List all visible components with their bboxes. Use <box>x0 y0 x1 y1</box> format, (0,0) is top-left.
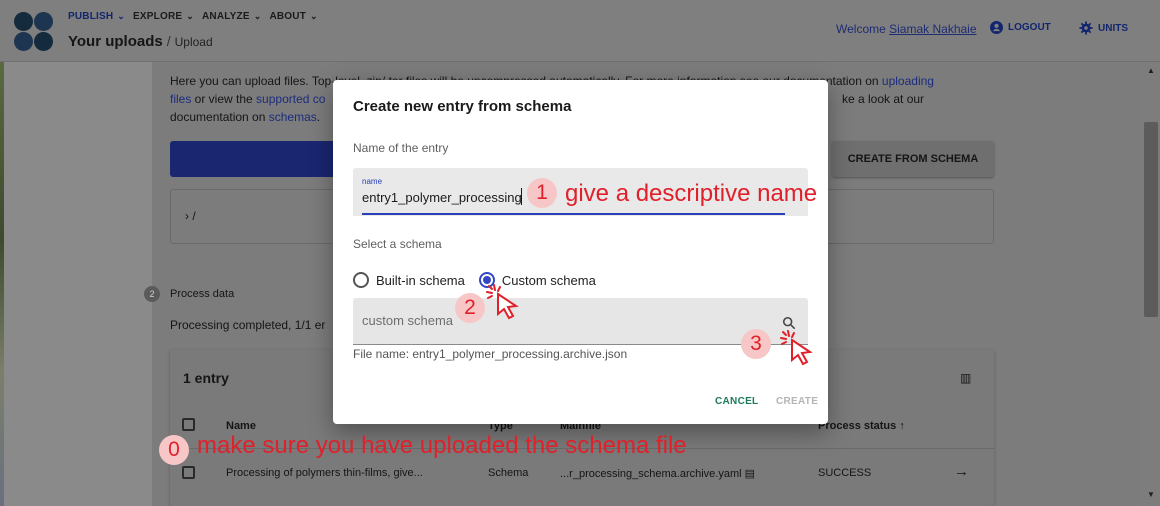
field-focus-underline <box>362 213 785 215</box>
scrollbar-thumb[interactable] <box>1144 122 1158 317</box>
arrow-right-icon[interactable]: → <box>954 463 969 480</box>
breadcrumb-root[interactable]: Your uploads <box>68 33 163 50</box>
account-circle-icon <box>990 21 1003 34</box>
breadcrumb-separator: / <box>166 33 171 49</box>
intro-line2-a: or view the <box>191 92 257 106</box>
text-caret <box>521 188 522 205</box>
step-number-badge: 2 <box>144 286 160 302</box>
chevron-down-icon: ⌄ <box>186 11 194 21</box>
chevron-down-icon: ⌄ <box>253 11 262 21</box>
create-button[interactable]: CREATE <box>776 396 818 407</box>
logout-label: LOGOUT <box>1008 22 1051 33</box>
nav-publish[interactable]: PUBLISH ⌄ <box>68 11 125 22</box>
row-checkbox[interactable] <box>182 466 195 479</box>
annotation-badge-3: 3 <box>741 329 771 359</box>
intro-line2-b: ke a look at our <box>842 92 925 106</box>
scroll-down-icon[interactable]: ▼ <box>1147 490 1155 499</box>
intro-line3-end: . <box>316 110 321 124</box>
annotation-badge-0: 0 <box>159 435 189 465</box>
gear-icon <box>1079 21 1093 35</box>
radio-builtin-label[interactable]: Built-in schema <box>376 273 465 288</box>
intro-line3: documentation on <box>170 110 269 124</box>
annotation-text-0: make sure you have uploaded the schema f… <box>197 432 687 459</box>
entries-count: 1 entry <box>183 370 229 386</box>
row-type: Schema <box>488 467 529 479</box>
column-header-status[interactable]: Process status ↑ <box>818 420 905 432</box>
schema-type-radio-group: Built-in schema Custom schema <box>353 272 596 288</box>
processing-status-text: Processing completed, 1/1 er <box>170 318 326 332</box>
breadcrumb: Your uploads / Upload <box>68 33 213 50</box>
chevron-down-icon: ⌄ <box>310 11 318 21</box>
pointer-cursor-icon <box>780 330 813 366</box>
annotation-badge-1: 1 <box>527 178 557 208</box>
uploading-link[interactable]: uploading <box>882 74 934 88</box>
units-label: UNITS <box>1098 22 1128 34</box>
files-link[interactable]: files <box>170 92 191 106</box>
columns-icon[interactable]: ▥ <box>960 371 971 385</box>
supported-codes-link[interactable]: supported co <box>256 92 325 106</box>
page-scrollbar[interactable]: ▲ ▼ <box>1142 62 1160 506</box>
welcome-text: Welcome Siamak Nakhaie <box>836 22 977 36</box>
annotation-text-1: give a descriptive name <box>565 180 818 207</box>
dialog-title: Create new entry from schema <box>353 98 572 115</box>
name-section-label: Name of the entry <box>353 141 449 155</box>
create-entry-dialog: Create new entry from schema Name of the… <box>333 80 828 424</box>
entry-name-value[interactable]: entry1_polymer_processing <box>362 190 522 205</box>
nav-explore[interactable]: EXPLORE ⌄ <box>133 11 194 22</box>
create-from-schema-button[interactable]: CREATE FROM SCHEMA <box>832 141 994 177</box>
logout-button[interactable]: LOGOUT <box>990 21 1051 34</box>
pointer-cursor-icon <box>486 284 519 320</box>
app-logo[interactable] <box>14 12 54 52</box>
row-status: SUCCESS <box>818 467 872 479</box>
schema-section-label: Select a schema <box>353 237 442 251</box>
nav-analyze[interactable]: ANALYZE ⌄ <box>202 11 261 22</box>
row-name: Processing of polymers thin-films, give.… <box>226 467 423 479</box>
scroll-up-icon[interactable]: ▲ <box>1147 66 1155 75</box>
cancel-button[interactable]: CANCEL <box>715 396 758 407</box>
upload-dropzone-button[interactable] <box>170 141 340 177</box>
column-header-name[interactable]: Name <box>226 420 256 432</box>
file-name-note: File name: entry1_polymer_processing.arc… <box>353 347 628 361</box>
user-name-link[interactable]: Siamak Nakhaie <box>889 22 976 36</box>
schemas-link[interactable]: schemas <box>269 110 317 124</box>
app-header: PUBLISH ⌄ EXPLORE ⌄ ANALYZE ⌄ ABOUT ⌄ Your u… <box>0 0 1160 62</box>
nav-explore-label: EXPLORE <box>133 11 183 22</box>
file-path: › / <box>185 209 196 223</box>
custom-schema-input[interactable] <box>362 313 722 328</box>
entry-name-field-label: name <box>362 177 383 186</box>
nav-about-label: ABOUT <box>269 11 307 22</box>
background-image-strip <box>0 62 4 506</box>
main-nav: PUBLISH ⌄ EXPLORE ⌄ ANALYZE ⌄ ABOUT ⌄ <box>68 11 318 22</box>
select-all-checkbox[interactable] <box>182 418 195 431</box>
step-label: Process data <box>170 288 235 300</box>
nav-publish-label: PUBLISH <box>68 11 114 22</box>
nav-analyze-label: ANALYZE <box>202 11 250 22</box>
search-icon[interactable] <box>782 316 796 330</box>
nav-about[interactable]: ABOUT ⌄ <box>269 11 317 22</box>
row-mainfile: ...r_processing_schema.archive.yaml ▤ <box>560 467 755 480</box>
annotation-badge-2: 2 <box>455 293 485 323</box>
radio-builtin-schema[interactable] <box>353 272 369 288</box>
welcome-prefix: Welcome <box>836 22 886 36</box>
chevron-down-icon: ⌄ <box>117 11 126 21</box>
breadcrumb-current: Upload <box>174 35 213 49</box>
units-button[interactable]: UNITS <box>1079 21 1128 35</box>
row-mainfile-text: ...r_processing_schema.archive.yaml <box>560 468 742 480</box>
custom-schema-field[interactable] <box>353 298 808 345</box>
copy-icon[interactable]: ▤ <box>745 468 755 480</box>
